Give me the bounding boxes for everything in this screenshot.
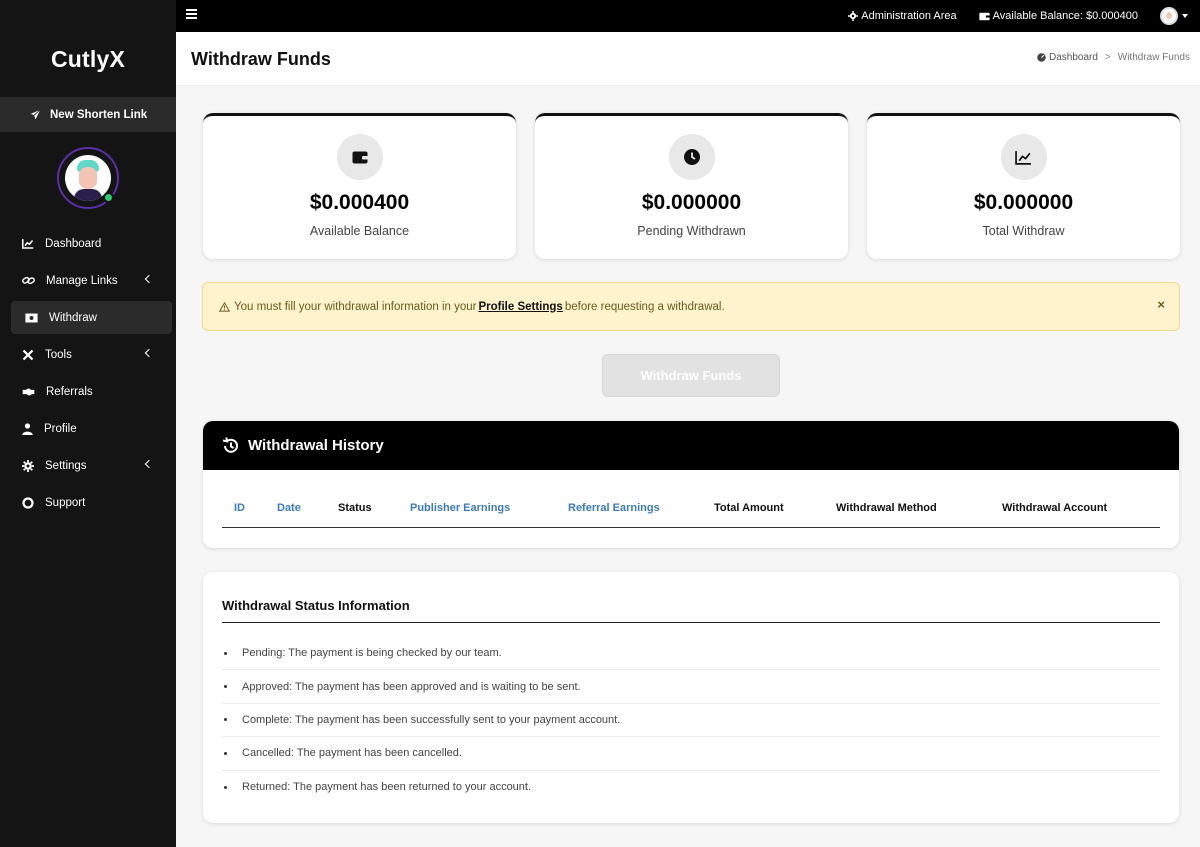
link-icon: [22, 276, 35, 285]
page-title: Withdraw Funds: [191, 49, 331, 69]
withdrawal-status-list: Pending: The payment is being checked by…: [222, 637, 1160, 804]
sidebar-item-label: Withdraw: [49, 311, 97, 324]
list-item-text: Returned: The payment has been returned …: [242, 781, 532, 794]
alert-text-prefix: You must fill your withdrawal informatio…: [234, 300, 477, 313]
sidebar-item-label: Dashboard: [45, 237, 102, 250]
column-header-referral-earnings[interactable]: Referral Earnings: [568, 502, 660, 514]
column-header-status: Status: [338, 502, 372, 514]
chevron-left-icon: [144, 274, 154, 284]
list-item-text: Complete: The payment has been successfu…: [242, 713, 621, 726]
available-balance-card: $0.000400 Available Balance: [203, 113, 516, 259]
column-header-id[interactable]: ID: [234, 502, 245, 514]
pending-withdrawn-label: Pending Withdrawn: [637, 224, 746, 238]
withdraw-funds-button[interactable]: Withdraw Funds: [602, 354, 780, 397]
chevron-left-icon: [144, 459, 154, 469]
withdrawal-status-info-title: Withdrawal Status Information: [222, 598, 410, 613]
sidebar-item-tools[interactable]: Tools: [0, 336, 176, 373]
available-balance-label: Available Balance: [309, 224, 410, 238]
user-icon: [22, 422, 33, 435]
list-item: Returned: The payment has been returned …: [222, 771, 1160, 804]
administration-area-link[interactable]: Administration Area: [848, 10, 957, 22]
lifebuoy-icon: [22, 496, 34, 509]
withdrawal-info-alert: You must fill your withdrawal informatio…: [202, 282, 1180, 331]
tools-icon: [22, 349, 34, 360]
list-item: Pending: The payment is being checked by…: [222, 637, 1160, 671]
chevron-left-icon: [144, 348, 154, 358]
column-header-date[interactable]: Date: [277, 502, 301, 514]
withdrawal-status-info-card: Withdrawal Status Information Pending: T…: [203, 572, 1179, 823]
available-balance-label: Available Balance: $0.000400: [992, 10, 1138, 22]
page-header: Withdraw Funds Dashboard > Withdraw Fund…: [176, 32, 1200, 86]
withdrawal-history-title: Withdrawal History: [248, 437, 384, 454]
sidebar-item-label: Referrals: [46, 385, 93, 398]
history-icon: [222, 436, 238, 453]
pending-withdrawn-value: $0.000000: [641, 191, 742, 214]
sidebar-item-label: Settings: [45, 459, 87, 472]
wallet-icon: [978, 12, 990, 20]
money-bill-icon: [25, 313, 38, 322]
total-withdraw-value: $0.000000: [973, 191, 1074, 214]
list-item: Cancelled: The payment has been cancelle…: [222, 737, 1160, 771]
total-withdraw-label: Total Withdraw: [982, 224, 1065, 238]
wallet-icon: [336, 134, 383, 180]
close-icon[interactable]: ×: [1157, 297, 1165, 312]
top-bar: Administration Area Available Balance: $…: [176, 0, 1200, 32]
available-balance-value: $0.000400: [309, 191, 410, 214]
sidebar-item-manage-links[interactable]: Manage Links: [0, 262, 176, 299]
user-menu-avatar[interactable]: [1160, 7, 1178, 25]
breadcrumb-current: Withdraw Funds: [1117, 52, 1190, 63]
online-status-indicator: [103, 192, 114, 203]
dashboard-icon: [1037, 53, 1046, 62]
clock-icon: [668, 134, 715, 180]
brand-logo[interactable]: CutlyX: [0, 46, 176, 73]
list-item: Approved: The payment has been approved …: [222, 670, 1160, 704]
withdrawal-history-card: Withdrawal History ID Date Status Publis…: [203, 421, 1179, 548]
handshake-icon: [22, 387, 35, 396]
warning-icon: [219, 301, 230, 312]
divider: [222, 622, 1160, 623]
list-item-text: Approved: The payment has been approved …: [242, 680, 581, 693]
menu-toggle-icon[interactable]: [186, 9, 197, 21]
alert-text-suffix: before requesting a withdrawal.: [564, 300, 725, 313]
sidebar-item-dashboard[interactable]: Dashboard: [0, 225, 176, 262]
profile-settings-link[interactable]: Profile Settings: [478, 301, 562, 313]
chevron-down-icon[interactable]: [1182, 14, 1188, 18]
list-item: Complete: The payment has been successfu…: [222, 704, 1160, 738]
sidebar-item-referrals[interactable]: Referrals: [0, 373, 176, 410]
sidebar-item-settings[interactable]: Settings: [0, 447, 176, 484]
new-shorten-link-button[interactable]: New Shorten Link: [0, 97, 176, 132]
gear-icon: [848, 11, 859, 21]
sidebar: CutlyX New Shorten Link Dashboard Manage…: [0, 0, 176, 847]
total-withdraw-card: $0.000000 Total Withdraw: [867, 113, 1180, 259]
chart-line-icon: [1000, 134, 1047, 180]
list-item-text: Pending: The payment is being checked by…: [242, 647, 502, 660]
sidebar-item-label: Profile: [44, 422, 77, 435]
breadcrumb-home-link[interactable]: Dashboard: [1049, 52, 1098, 63]
column-header-publisher-earnings[interactable]: Publisher Earnings: [410, 502, 510, 514]
sidebar-item-support[interactable]: Support: [0, 484, 176, 521]
available-balance-indicator: Available Balance: $0.000400: [978, 10, 1138, 22]
sidebar-item-profile[interactable]: Profile: [0, 410, 176, 447]
withdrawal-history-table-header: ID Date Status Publisher Earnings Referr…: [222, 494, 1160, 528]
breadcrumb: Dashboard > Withdraw Funds: [1037, 52, 1190, 63]
new-shorten-link-label: New Shorten Link: [50, 108, 148, 121]
sidebar-item-label: Tools: [45, 348, 72, 361]
administration-area-label: Administration Area: [861, 10, 957, 22]
gear-icon: [22, 459, 34, 472]
chart-line-icon: [22, 239, 34, 249]
paper-plane-icon: [30, 109, 41, 120]
sidebar-item-label: Manage Links: [46, 274, 118, 287]
pending-withdrawn-card: $0.000000 Pending Withdrawn: [535, 113, 848, 259]
sidebar-nav: Dashboard Manage Links Withdraw Tools Re…: [0, 225, 176, 521]
list-item-text: Cancelled: The payment has been cancelle…: [242, 747, 462, 760]
sidebar-item-label: Support: [45, 496, 86, 509]
withdrawal-history-header: Withdrawal History: [203, 421, 1179, 470]
breadcrumb-separator: >: [1104, 52, 1111, 63]
column-header-total-amount: Total Amount: [714, 502, 784, 514]
column-header-withdrawal-account: Withdrawal Account: [1002, 502, 1108, 514]
sidebar-item-withdraw[interactable]: Withdraw: [11, 301, 172, 334]
column-header-withdrawal-method: Withdrawal Method: [836, 502, 937, 514]
